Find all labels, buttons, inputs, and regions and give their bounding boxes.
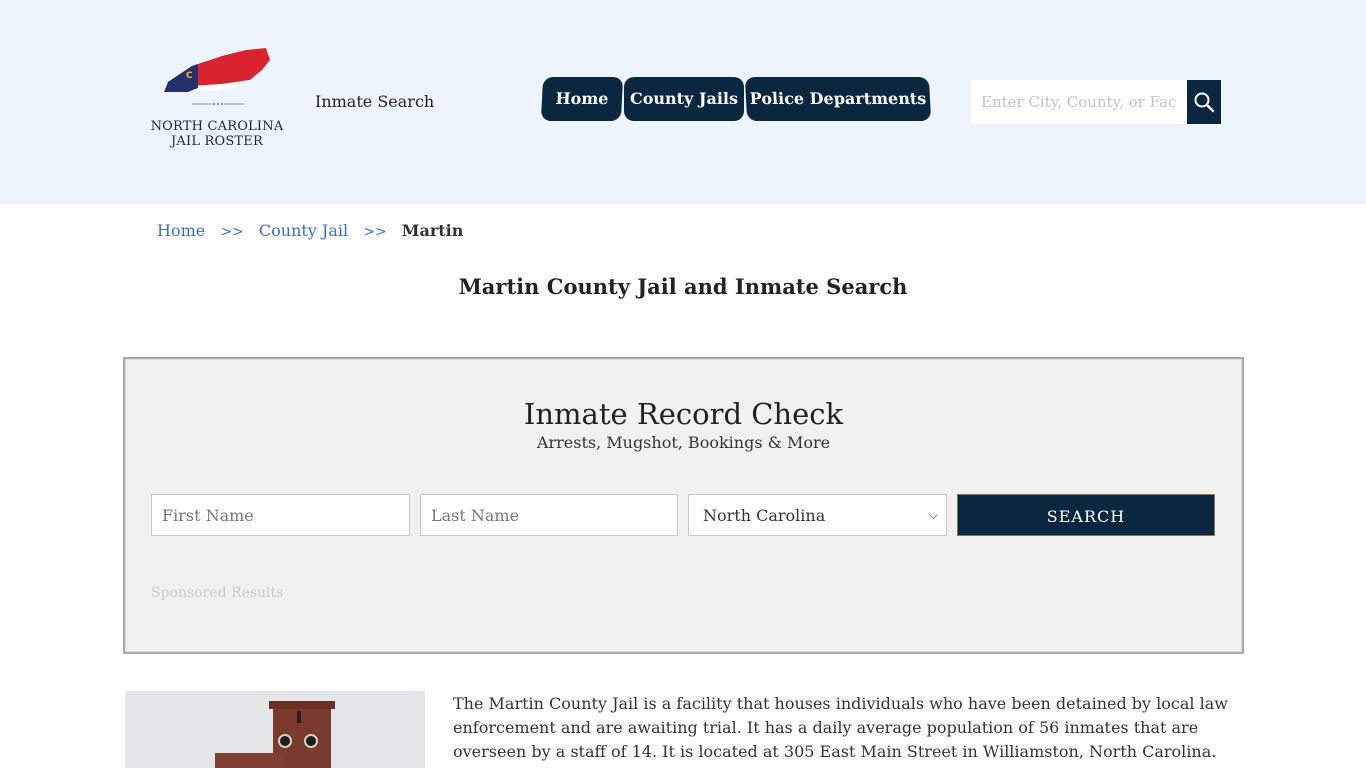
nav-police-departments-label: Police Departments (749, 89, 927, 108)
logo-text: NORTH CAROLINA JAIL ROSTER (146, 119, 288, 149)
jail-description: The Martin County Jail is a facility tha… (453, 694, 1228, 761)
logo-text-line1: NORTH CAROLINA (150, 119, 284, 134)
inmate-record-check-panel: Inmate Record Check Arrests, Mugshot, Bo… (123, 357, 1244, 654)
breadcrumb-separator: >> (363, 224, 387, 240)
site-header: C NORTH CAROLINA JAIL ROSTER Inmate Sear… (0, 0, 1366, 204)
nav-home-label: Home (555, 89, 609, 108)
north-carolina-map-icon: C (164, 48, 270, 106)
site-logo[interactable]: C NORTH CAROLINA JAIL ROSTER (146, 44, 288, 154)
breadcrumb: Home >> County Jail >> Martin (157, 221, 463, 242)
record-check-subtitle: Arrests, Mugshot, Bookings & More (536, 433, 831, 452)
logo-text-line2: JAIL ROSTER (170, 134, 263, 149)
first-name-input[interactable] (151, 494, 410, 536)
jail-building-image-icon (125, 691, 425, 768)
search-icon (1194, 92, 1215, 113)
site-tagline[interactable]: Inmate Search (315, 92, 434, 111)
nav-police-departments[interactable]: Police Departments (744, 77, 932, 121)
breadcrumb-current: Martin (401, 221, 464, 240)
site-search-button[interactable] (1187, 80, 1221, 124)
nav-county-jails-label: County Jails (629, 89, 739, 108)
site-search-input[interactable] (971, 80, 1187, 124)
state-select[interactable]: North Carolina ⌵ (688, 494, 947, 536)
svg-text:C: C (186, 71, 193, 81)
sponsored-results-label: Sponsored Results (151, 585, 284, 601)
nav-county-jails[interactable]: County Jails (624, 77, 744, 121)
record-search-button[interactable]: SEARCH (957, 494, 1215, 536)
state-select-value: North Carolina (703, 505, 826, 525)
breadcrumb-home[interactable]: Home (157, 221, 205, 240)
nav-home[interactable]: Home (540, 77, 624, 121)
page-title: Martin County Jail and Inmate Search (458, 274, 908, 299)
record-check-title: Inmate Record Check (523, 397, 844, 431)
last-name-input[interactable] (420, 494, 678, 536)
jail-building-photo (125, 691, 425, 768)
breadcrumb-separator: >> (220, 224, 244, 240)
breadcrumb-county-jail[interactable]: County Jail (259, 221, 348, 240)
chevron-down-icon: ⌵ (928, 507, 938, 522)
